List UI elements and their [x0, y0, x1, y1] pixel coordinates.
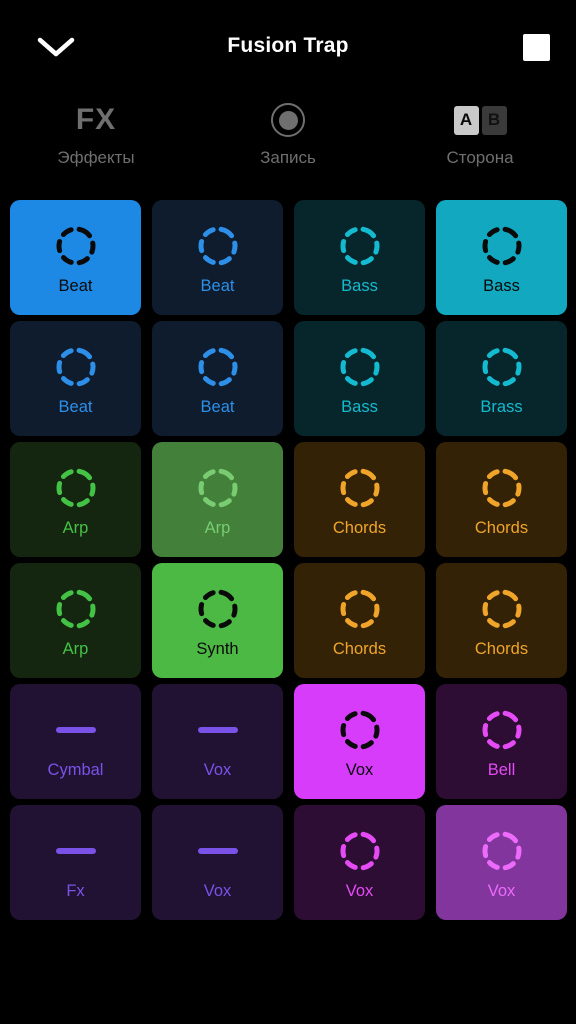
pad-vox-18[interactable]: Vox [294, 684, 425, 799]
pad-chords-11[interactable]: Chords [436, 442, 567, 557]
app-header: Fusion Trap [0, 0, 576, 92]
pad-label: Bass [341, 277, 378, 296]
oneshot-bar-icon [50, 704, 102, 756]
pad-cymbal-16[interactable]: Cymbal [10, 684, 141, 799]
loop-circle-icon [476, 825, 528, 877]
fx-glyph-text: FX [75, 103, 117, 136]
pad-label: Arp [62, 519, 89, 538]
ab-key-b[interactable]: B [481, 105, 507, 135]
loop-circle-icon [334, 341, 386, 393]
fx-icon: FX [76, 98, 116, 142]
pad-label: Arp [62, 640, 89, 659]
pad-label: Bass [341, 398, 378, 417]
pad-bass-2[interactable]: Bass [294, 200, 425, 315]
pad-label: Chords [332, 519, 387, 538]
loop-circle-icon [334, 583, 386, 635]
pad-label: Fx [66, 882, 85, 901]
pad-label: Brass [480, 398, 523, 417]
record-circle-icon [271, 98, 305, 142]
loop-circle-icon [192, 462, 244, 514]
loop-circle-icon [192, 583, 244, 635]
pad-label: Bass [483, 277, 520, 296]
pad-label: Beat [58, 277, 93, 296]
pad-label: Beat [58, 398, 93, 417]
toolbar-item-fx[interactable]: FX Эффекты [0, 98, 192, 168]
loop-circle-icon [476, 341, 528, 393]
pad-brass-7[interactable]: Brass [436, 321, 567, 436]
pad-vox-23[interactable]: Vox [436, 805, 567, 920]
loop-circle-icon [476, 220, 528, 272]
toolbar-item-record-label: Запись [260, 148, 316, 167]
oneshot-bar-icon [192, 825, 244, 877]
pad-bass-3[interactable]: Bass [436, 200, 567, 315]
pad-vox-21[interactable]: Vox [152, 805, 283, 920]
pad-chords-14[interactable]: Chords [294, 563, 425, 678]
pad-synth-13[interactable]: Synth [152, 563, 283, 678]
pad-beat-1[interactable]: Beat [152, 200, 283, 315]
toolbar-item-side-label: Сторона [446, 148, 514, 167]
loop-circle-icon [334, 220, 386, 272]
toolbar: FX Эффекты Запись A B Сторона [0, 98, 576, 184]
pad-arp-9[interactable]: Arp [152, 442, 283, 557]
pad-label: Vox [345, 761, 374, 780]
ab-switch-icon: A B [453, 98, 507, 142]
pad-label: Vox [487, 882, 516, 901]
oneshot-bar-icon [50, 825, 102, 877]
pad-fx-20[interactable]: Fx [10, 805, 141, 920]
loop-circle-icon [50, 341, 102, 393]
oneshot-bar [55, 848, 96, 855]
pad-chords-15[interactable]: Chords [436, 563, 567, 678]
pad-label: Bell [487, 761, 516, 780]
pad-chords-10[interactable]: Chords [294, 442, 425, 557]
toolbar-item-record[interactable]: Запись [192, 98, 384, 168]
pad-label: Chords [474, 640, 529, 659]
loop-circle-icon [192, 341, 244, 393]
pad-bass-6[interactable]: Bass [294, 321, 425, 436]
ab-switch[interactable]: A B [453, 105, 507, 135]
pad-label: Vox [203, 882, 232, 901]
pad-bell-19[interactable]: Bell [436, 684, 567, 799]
pad-beat-4[interactable]: Beat [10, 321, 141, 436]
loop-circle-icon [334, 704, 386, 756]
pad-vox-22[interactable]: Vox [294, 805, 425, 920]
pad-label: Arp [204, 519, 231, 538]
pad-label: Vox [345, 882, 374, 901]
page-title: Fusion Trap [227, 34, 349, 57]
pad-grid: Beat Beat Bass Bass Beat Beat Bass Brass Arp Arp C… [10, 200, 567, 920]
pad-arp-12[interactable]: Arp [10, 563, 141, 678]
pad-label: Chords [474, 519, 529, 538]
pad-app-screen: Fusion Trap FX Эффекты Запись A B Сторон… [0, 0, 576, 1024]
record-dot [278, 110, 298, 130]
toolbar-item-fx-label: Эффекты [57, 148, 135, 167]
loop-circle-icon [334, 825, 386, 877]
loop-circle-icon [50, 583, 102, 635]
loop-circle-icon [334, 462, 386, 514]
oneshot-bar [197, 848, 238, 855]
ab-key-a[interactable]: A [453, 105, 479, 135]
oneshot-bar [55, 727, 96, 734]
pad-beat-5[interactable]: Beat [152, 321, 283, 436]
pad-label: Beat [200, 398, 235, 417]
pad-vox-17[interactable]: Vox [152, 684, 283, 799]
toolbar-item-side[interactable]: A B Сторона [384, 98, 576, 168]
record-ring [271, 103, 305, 137]
loop-circle-icon [476, 583, 528, 635]
oneshot-bar [197, 727, 238, 734]
loop-circle-icon [476, 704, 528, 756]
pad-arp-8[interactable]: Arp [10, 442, 141, 557]
pad-label: Cymbal [47, 761, 104, 780]
stop-square-icon[interactable] [523, 34, 550, 61]
pad-beat-0[interactable]: Beat [10, 200, 141, 315]
pad-label: Chords [332, 640, 387, 659]
oneshot-bar-icon [192, 704, 244, 756]
pad-label: Beat [200, 277, 235, 296]
loop-circle-icon [192, 220, 244, 272]
loop-circle-icon [476, 462, 528, 514]
loop-circle-icon [50, 462, 102, 514]
pad-label: Vox [203, 761, 232, 780]
loop-circle-icon [50, 220, 102, 272]
pad-label: Synth [196, 640, 239, 659]
